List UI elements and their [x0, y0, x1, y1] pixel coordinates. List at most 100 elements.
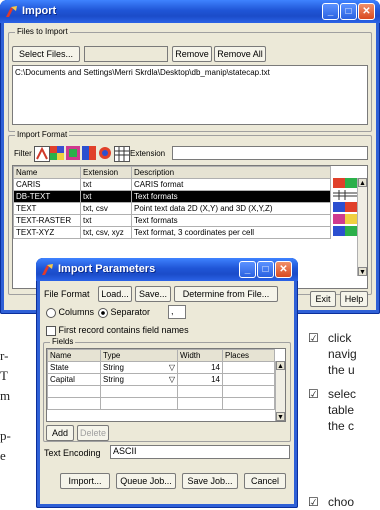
table-row: [47, 397, 275, 410]
format-scrollbar[interactable]: ▲ ▼: [357, 178, 367, 276]
scroll-down-icon[interactable]: ▼: [276, 412, 285, 421]
columns-label: Columns: [58, 307, 95, 317]
filter-tin-icon[interactable]: [82, 146, 96, 160]
type-value: String: [103, 363, 124, 372]
selected-file-display: [84, 46, 168, 62]
cell-width[interactable]: 14: [177, 373, 223, 386]
bullet-line: selec: [328, 387, 357, 401]
minimize-icon[interactable]: _: [239, 261, 256, 278]
first-record-checkbox[interactable]: First record contains field names: [46, 325, 189, 336]
bullet-line: the u: [328, 363, 355, 377]
col-type-header[interactable]: Type: [100, 349, 178, 362]
remove-button[interactable]: Remove: [172, 46, 212, 62]
dropdown-icon[interactable]: ▽: [169, 363, 175, 372]
table-row[interactable]: TEXT-RASTER txt Text formats: [13, 214, 331, 227]
filter-shape-icon[interactable]: [98, 146, 112, 160]
extension-label: Extension: [130, 149, 166, 158]
cell-places[interactable]: [222, 373, 275, 386]
scroll-up-icon[interactable]: ▲: [276, 361, 285, 370]
cell-description: Text formats: [131, 190, 331, 203]
separator-radio[interactable]: Separator: [98, 307, 150, 318]
file-list-item[interactable]: C:\Documents and Settings\Merri Skrdla\D…: [13, 66, 367, 79]
import-button[interactable]: Import...: [60, 473, 110, 489]
col-extension-header[interactable]: Extension: [80, 166, 132, 179]
format-grid: Name Extension Description CARIS txt CARIS…: [13, 166, 331, 239]
filter-cad-icon[interactable]: [66, 146, 80, 160]
col-places-header[interactable]: Places: [222, 349, 275, 362]
add-button[interactable]: Add: [46, 425, 74, 441]
checkbox-icon: ☑: [308, 387, 319, 401]
separator-input[interactable]: ,: [168, 305, 186, 319]
import-titlebar[interactable]: Import _ □ ✕: [0, 0, 380, 23]
minimize-icon[interactable]: _: [322, 3, 339, 20]
scroll-up-icon[interactable]: ▲: [358, 178, 367, 187]
cell-extension: txt, csv: [80, 202, 132, 215]
save-button[interactable]: Save...: [135, 286, 171, 302]
cell-extension: txt: [80, 214, 132, 227]
cell-description: CARIS format: [131, 178, 331, 191]
cell-extension: txt: [80, 190, 132, 203]
fields-legend: Fields: [50, 337, 76, 346]
select-files-button[interactable]: Select Files...: [12, 46, 80, 62]
columns-radio[interactable]: Columns: [46, 307, 94, 318]
cell-type[interactable]: String ▽: [100, 373, 178, 386]
table-row[interactable]: TEXT txt, csv Point text data 2D (X,Y) and…: [13, 202, 331, 215]
bullet-line: navig: [328, 347, 357, 361]
col-description-header[interactable]: Description: [131, 166, 331, 179]
cell-name: CARIS: [13, 178, 81, 191]
params-titlebar[interactable]: Import Parameters _ □ ✕: [36, 258, 298, 281]
filter-table-icon[interactable]: [114, 146, 130, 162]
cell-extension: txt: [80, 178, 132, 191]
cell-name[interactable]: State: [47, 361, 101, 374]
cell-type[interactable]: String ▽: [100, 361, 178, 374]
text-encoding-input[interactable]: ASCII: [110, 445, 290, 459]
table-row[interactable]: CARIS txt CARIS format: [13, 178, 331, 191]
table-row[interactable]: Capital String ▽ 14: [47, 373, 275, 386]
radio-selected-icon: [98, 307, 108, 318]
table-row[interactable]: State String ▽ 14: [47, 361, 275, 374]
cell-description: Text formats: [131, 214, 331, 227]
checkbox-icon: ☑: [308, 495, 319, 509]
format-type-icon: [333, 226, 357, 236]
maximize-icon[interactable]: □: [340, 3, 357, 20]
cell-name: TEXT: [13, 202, 81, 215]
extension-input[interactable]: [172, 146, 368, 160]
cell-width[interactable]: 14: [177, 361, 223, 374]
table-row-selected[interactable]: DB-TEXT txt Text formats: [13, 190, 331, 203]
remove-all-button[interactable]: Remove All: [214, 46, 266, 62]
file-format-label: File Format: [44, 289, 90, 299]
save-job-button[interactable]: Save Job...: [182, 473, 238, 489]
determine-from-file-button[interactable]: Determine from File...: [174, 286, 278, 302]
cancel-button[interactable]: Cancel: [244, 473, 286, 489]
cell-name[interactable]: Capital: [47, 373, 101, 386]
bullet-line: table: [328, 403, 355, 417]
col-width-header[interactable]: Width: [177, 349, 223, 362]
col-name-header[interactable]: Name: [13, 166, 81, 179]
load-button[interactable]: Load...: [98, 286, 132, 302]
doc-fragment: p-: [0, 428, 11, 443]
queue-job-button[interactable]: Queue Job...: [116, 473, 176, 489]
close-icon[interactable]: ✕: [275, 261, 292, 278]
app-icon: [42, 264, 53, 275]
type-value: String: [103, 375, 124, 384]
cell-name: DB-TEXT: [13, 190, 81, 203]
help-button[interactable]: Help: [340, 291, 368, 307]
filter-raster-icon[interactable]: [50, 146, 64, 160]
app-icon: [6, 6, 17, 17]
dropdown-icon[interactable]: ▽: [169, 375, 175, 384]
delete-button[interactable]: Delete: [77, 425, 109, 441]
cell-places[interactable]: [222, 361, 275, 374]
filter-vector-icon[interactable]: [34, 146, 50, 162]
cell-name: TEXT-XYZ: [13, 226, 81, 239]
table-row[interactable]: TEXT-XYZ txt, csv, xyz Text format, 3 coor…: [13, 226, 331, 239]
fields-table: Name Type Width Places State String ▽ 14 …: [46, 348, 286, 422]
separator-label: Separator: [110, 307, 151, 317]
scroll-down-icon[interactable]: ▼: [358, 267, 367, 276]
fields-scrollbar[interactable]: ▲ ▼: [275, 361, 285, 421]
file-list[interactable]: C:\Documents and Settings\Merri Skrdla\D…: [12, 65, 368, 125]
exit-button[interactable]: Exit: [310, 291, 336, 307]
close-icon[interactable]: ✕: [358, 3, 375, 20]
col-name-header[interactable]: Name: [47, 349, 101, 362]
bullet-line: click: [328, 331, 352, 345]
maximize-icon[interactable]: □: [257, 261, 274, 278]
